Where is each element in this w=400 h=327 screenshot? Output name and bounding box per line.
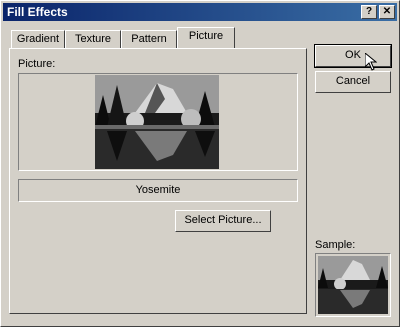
ok-button[interactable]: OK xyxy=(314,44,392,68)
tab-texture[interactable]: Texture xyxy=(65,30,121,48)
window-title: Fill Effects xyxy=(7,5,68,19)
sample-label: Sample: xyxy=(315,239,356,251)
picture-preview-frame xyxy=(18,73,298,171)
picture-name-field: Yosemite xyxy=(18,179,298,202)
mouse-pointer-icon xyxy=(365,53,377,71)
sample-preview-frame xyxy=(315,253,391,317)
picture-label: Picture: xyxy=(18,58,56,70)
sample-preview-image xyxy=(318,256,388,314)
fill-effects-dialog: Fill Effects ? ✕ Gradient Texture Patter… xyxy=(0,0,400,327)
tab-picture[interactable]: Picture xyxy=(177,27,235,48)
tab-pattern[interactable]: Pattern xyxy=(121,30,177,48)
title-bar[interactable]: Fill Effects ? ✕ xyxy=(3,3,397,21)
help-button[interactable]: ? xyxy=(361,5,377,19)
close-button[interactable]: ✕ xyxy=(379,5,395,19)
picture-tab-panel: Picture: Yosemite Select Picture... xyxy=(9,48,307,314)
cancel-button[interactable]: Cancel xyxy=(315,71,391,93)
tab-gradient[interactable]: Gradient xyxy=(11,30,65,48)
picture-preview-image xyxy=(95,75,219,169)
select-picture-button[interactable]: Select Picture... xyxy=(175,210,271,232)
